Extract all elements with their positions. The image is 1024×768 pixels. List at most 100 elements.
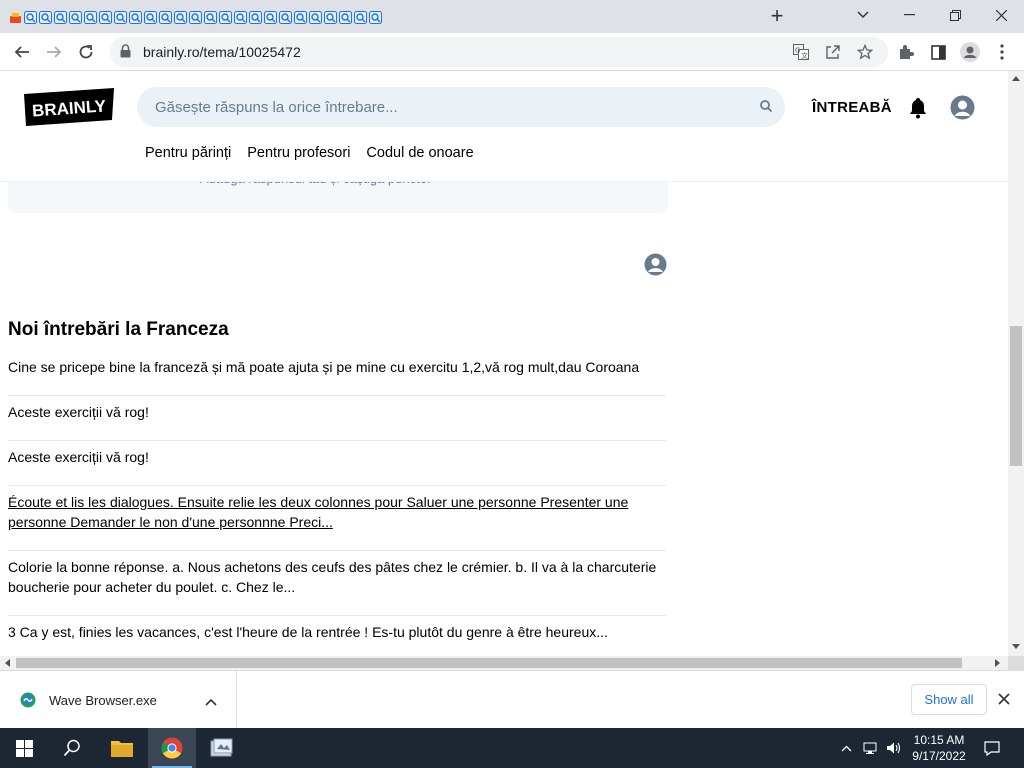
scrollbar-corner bbox=[1008, 656, 1024, 670]
browser-tab[interactable] bbox=[293, 10, 308, 25]
extensions-icon[interactable] bbox=[896, 42, 916, 62]
share-icon[interactable] bbox=[824, 43, 842, 61]
scroll-down-icon[interactable] bbox=[1012, 644, 1020, 650]
browser-tab[interactable] bbox=[23, 10, 38, 25]
ask-question-button[interactable]: ÎNTREABĂ bbox=[812, 99, 892, 116]
browser-tab[interactable] bbox=[68, 10, 83, 25]
minimize-icon[interactable] bbox=[886, 4, 932, 26]
tab-favicon-icon bbox=[264, 10, 277, 24]
file-explorer-icon[interactable] bbox=[98, 728, 146, 768]
vertical-scrollbar[interactable] bbox=[1008, 71, 1024, 656]
search-icon[interactable] bbox=[759, 99, 773, 118]
browser-tab[interactable] bbox=[188, 10, 203, 25]
side-panel-icon[interactable] bbox=[928, 42, 948, 62]
tab-list bbox=[8, 7, 383, 27]
browser-tab[interactable] bbox=[368, 10, 383, 25]
account-avatar-icon[interactable] bbox=[950, 95, 975, 125]
browser-tab[interactable] bbox=[8, 10, 23, 25]
chrome-taskbar-icon[interactable] bbox=[148, 728, 196, 768]
notification-center-icon[interactable] bbox=[980, 728, 1004, 768]
tab-search-icon[interactable] bbox=[840, 4, 886, 26]
question-text[interactable]: 3 Ca y est, finies les vacances, c'est l… bbox=[8, 624, 608, 640]
nav-honor-code-link[interactable]: Codul de onoare bbox=[366, 145, 473, 161]
app-taskbar-icon[interactable] bbox=[198, 728, 246, 768]
browser-tab[interactable] bbox=[353, 10, 368, 25]
browser-tab[interactable] bbox=[38, 10, 53, 25]
show-all-button[interactable]: Show all bbox=[911, 684, 987, 715]
question-item[interactable]: 3 Ca y est, finies les vacances, c'est l… bbox=[8, 616, 666, 656]
search-taskbar-icon[interactable] bbox=[48, 728, 96, 768]
browser-tab[interactable] bbox=[323, 10, 338, 25]
scroll-up-icon[interactable] bbox=[1012, 75, 1020, 81]
download-file-name[interactable]: Wave Browser.exe bbox=[49, 693, 157, 708]
question-link[interactable]: Écoute et lis les dialogues. Ensuite rel… bbox=[8, 494, 628, 530]
browser-tab[interactable] bbox=[218, 10, 233, 25]
nav-parents-link[interactable]: Pentru părinți bbox=[145, 145, 231, 161]
site-subnav: Pentru părinți Pentru profesori Codul de… bbox=[145, 145, 474, 161]
close-window-icon[interactable] bbox=[978, 4, 1024, 26]
browser-tab[interactable] bbox=[233, 10, 248, 25]
chevron-up-icon[interactable] bbox=[205, 693, 217, 711]
show-hidden-icons-chevron-icon[interactable] bbox=[836, 728, 856, 768]
browser-tab[interactable] bbox=[173, 10, 188, 25]
bookmark-star-icon[interactable] bbox=[856, 43, 874, 61]
translate-icon[interactable]: G文 bbox=[792, 43, 810, 61]
browser-tab[interactable] bbox=[113, 10, 128, 25]
browser-tab[interactable] bbox=[128, 10, 143, 25]
menu-kebab-icon[interactable] bbox=[992, 42, 1012, 62]
lock-icon[interactable] bbox=[120, 44, 131, 63]
wave-browser-file-icon bbox=[20, 692, 36, 713]
notifications-bell-icon[interactable] bbox=[908, 97, 928, 124]
question-item[interactable]: Cine se pricepe bine la franceză și mă p… bbox=[8, 351, 666, 396]
browser-tab[interactable] bbox=[308, 10, 323, 25]
windows-start-icon[interactable] bbox=[0, 728, 48, 768]
tab-favicon-icon bbox=[189, 10, 202, 24]
close-download-bar-icon[interactable] bbox=[998, 692, 1010, 710]
question-text[interactable]: Aceste exerciții vă rog! bbox=[8, 449, 149, 465]
browser-tab[interactable] bbox=[98, 10, 113, 25]
tab-favicon-icon bbox=[69, 10, 82, 24]
search-placeholder: Găsește răspuns la orice întrebare... bbox=[155, 99, 398, 116]
browser-tab[interactable] bbox=[263, 10, 278, 25]
forward-icon[interactable] bbox=[42, 40, 66, 64]
user-avatar-icon[interactable] bbox=[644, 253, 667, 281]
scroll-left-icon[interactable] bbox=[4, 659, 10, 667]
horizontal-scroll-thumb[interactable] bbox=[16, 658, 962, 668]
question-item[interactable]: Colorie la bonne réponse. a. Nous acheto… bbox=[8, 551, 666, 616]
nav-teachers-link[interactable]: Pentru profesori bbox=[247, 145, 350, 161]
search-input[interactable]: Găsește răspuns la orice întrebare... bbox=[137, 87, 785, 127]
browser-tab[interactable] bbox=[158, 10, 173, 25]
browser-tab[interactable] bbox=[278, 10, 293, 25]
tab-favicon-icon bbox=[174, 10, 187, 24]
question-item[interactable]: Aceste exerciții vă rog! bbox=[8, 396, 666, 441]
tab-favicon-icon bbox=[10, 12, 21, 23]
download-item[interactable]: Wave Browser.exe bbox=[0, 671, 237, 729]
browser-tab[interactable] bbox=[248, 10, 263, 25]
reload-icon[interactable] bbox=[74, 40, 98, 64]
question-item[interactable]: Aceste exerciții vă rog! bbox=[8, 441, 666, 486]
tab-favicon-icon bbox=[99, 10, 112, 24]
restore-icon[interactable] bbox=[932, 4, 978, 26]
address-bar[interactable]: brainly.ro/tema/10025472 G文 bbox=[110, 37, 888, 67]
question-text[interactable]: Cine se pricepe bine la franceză și mă p… bbox=[8, 359, 639, 375]
windows-taskbar: 10:15 AM 9/17/2022 bbox=[0, 728, 1024, 768]
vertical-scroll-thumb[interactable] bbox=[1010, 326, 1022, 466]
browser-tab[interactable] bbox=[53, 10, 68, 25]
new-tab-button[interactable]: + bbox=[766, 5, 788, 28]
browser-toolbar: brainly.ro/tema/10025472 G文 bbox=[0, 33, 1024, 71]
question-text[interactable]: Aceste exerciții vă rog! bbox=[8, 404, 149, 420]
back-icon[interactable] bbox=[10, 40, 34, 64]
browser-tab[interactable] bbox=[83, 10, 98, 25]
profile-icon[interactable] bbox=[960, 42, 980, 62]
browser-tab[interactable] bbox=[338, 10, 353, 25]
system-clock[interactable]: 10:15 AM 9/17/2022 bbox=[900, 732, 978, 764]
horizontal-scrollbar[interactable] bbox=[0, 656, 1008, 670]
question-text[interactable]: Colorie la bonne réponse. a. Nous acheto… bbox=[8, 559, 656, 595]
question-item[interactable]: Écoute et lis les dialogues. Ensuite rel… bbox=[8, 486, 666, 551]
scroll-right-icon[interactable] bbox=[995, 659, 1001, 667]
url-text[interactable]: brainly.ro/tema/10025472 bbox=[143, 44, 301, 60]
browser-tab[interactable] bbox=[203, 10, 218, 25]
network-icon[interactable] bbox=[860, 728, 882, 768]
browser-tab[interactable] bbox=[143, 10, 158, 25]
brainly-logo[interactable]: BRAINLY bbox=[24, 88, 114, 126]
